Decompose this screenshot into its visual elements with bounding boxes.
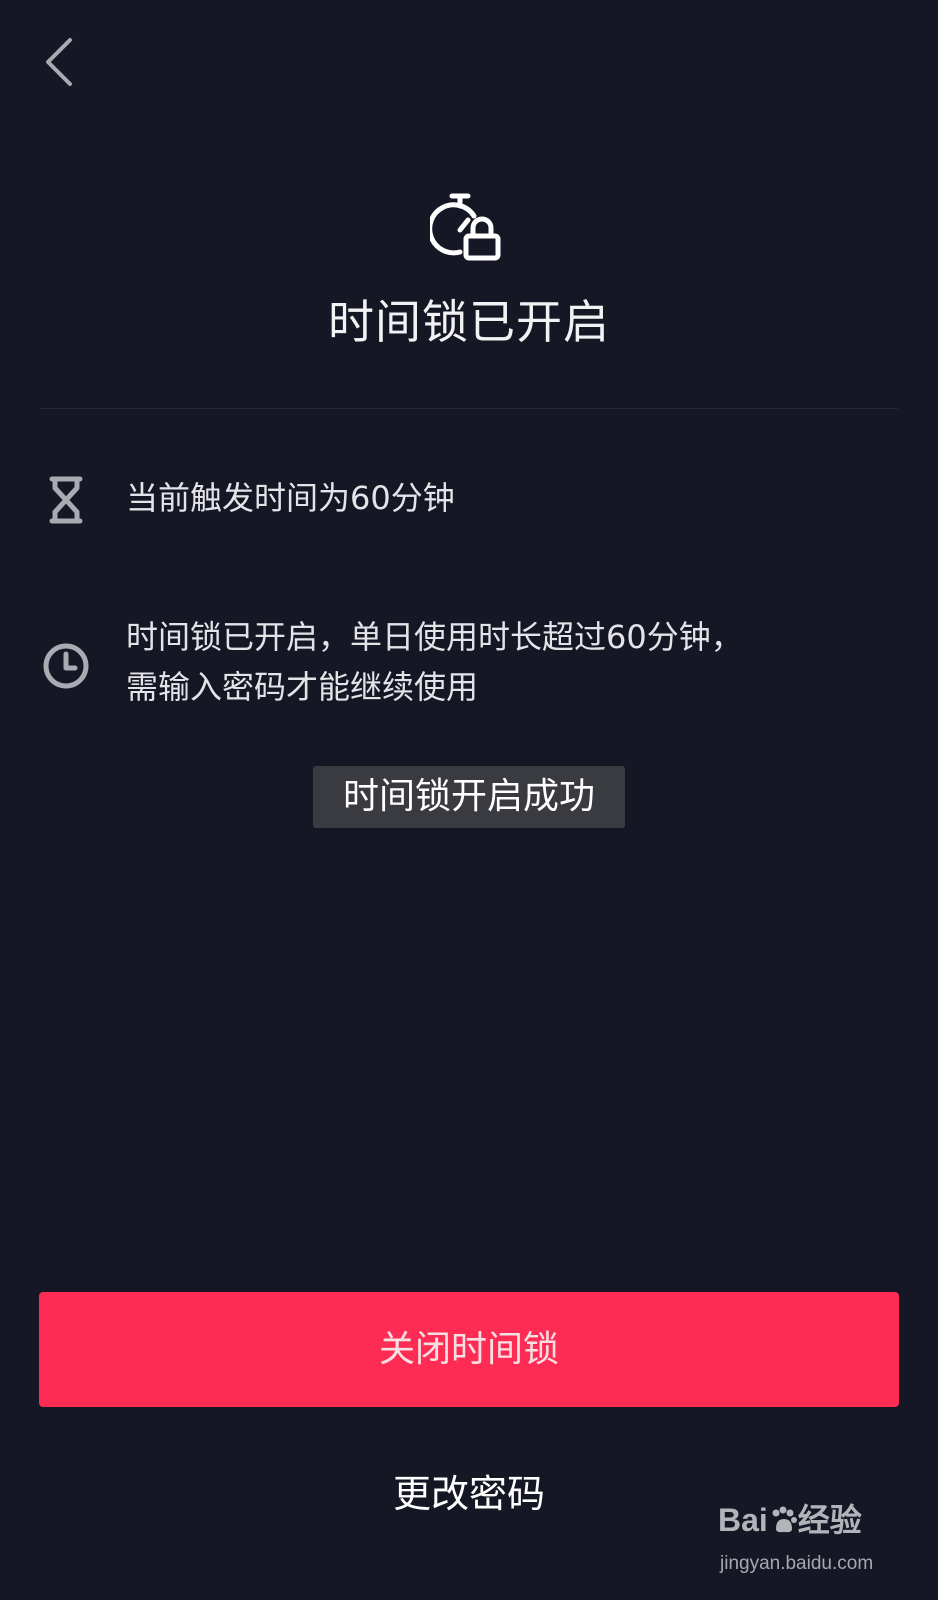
back-button[interactable] bbox=[36, 34, 84, 94]
lock-description-line-1: 时间锁已开启，单日使用时长超过60分钟， bbox=[126, 618, 743, 656]
trigger-time-text: 当前触发时间为60分钟 bbox=[126, 479, 455, 517]
watermark-url: jingyan.baidu.com bbox=[720, 1553, 874, 1574]
watermark-logo: Bai 经验 bbox=[718, 1500, 862, 1540]
lock-description-line-2: 需输入密码才能继续使用 bbox=[126, 668, 479, 706]
stopwatch-lock-icon bbox=[427, 190, 510, 268]
watermark-brand-right: 经验 bbox=[797, 1502, 862, 1538]
clock-icon bbox=[40, 638, 96, 694]
lock-description-row: 时间锁已开启，单日使用时长超过60分钟， 需输入密码才能继续使用 bbox=[40, 612, 900, 722]
divider bbox=[40, 408, 898, 409]
trigger-time-row: 当前触发时间为60分钟 bbox=[40, 470, 900, 530]
success-toast: 时间锁开启成功 bbox=[313, 766, 625, 828]
page-title: 时间锁已开启 bbox=[328, 295, 610, 349]
disable-time-lock-button[interactable]: 关闭时间锁 bbox=[39, 1292, 899, 1407]
hourglass-icon bbox=[40, 472, 96, 528]
baidu-jingyan-watermark: Bai 经验 jingyan.baidu.com bbox=[718, 1500, 908, 1590]
change-password-button[interactable]: 更改密码 bbox=[269, 1462, 669, 1526]
lock-description-text: 时间锁已开启，单日使用时长超过60分钟， 需输入密码才能继续使用 bbox=[126, 612, 906, 712]
chevron-left-icon bbox=[46, 38, 72, 86]
paw-icon bbox=[772, 1506, 797, 1533]
watermark-brand-left: Bai bbox=[718, 1502, 768, 1538]
